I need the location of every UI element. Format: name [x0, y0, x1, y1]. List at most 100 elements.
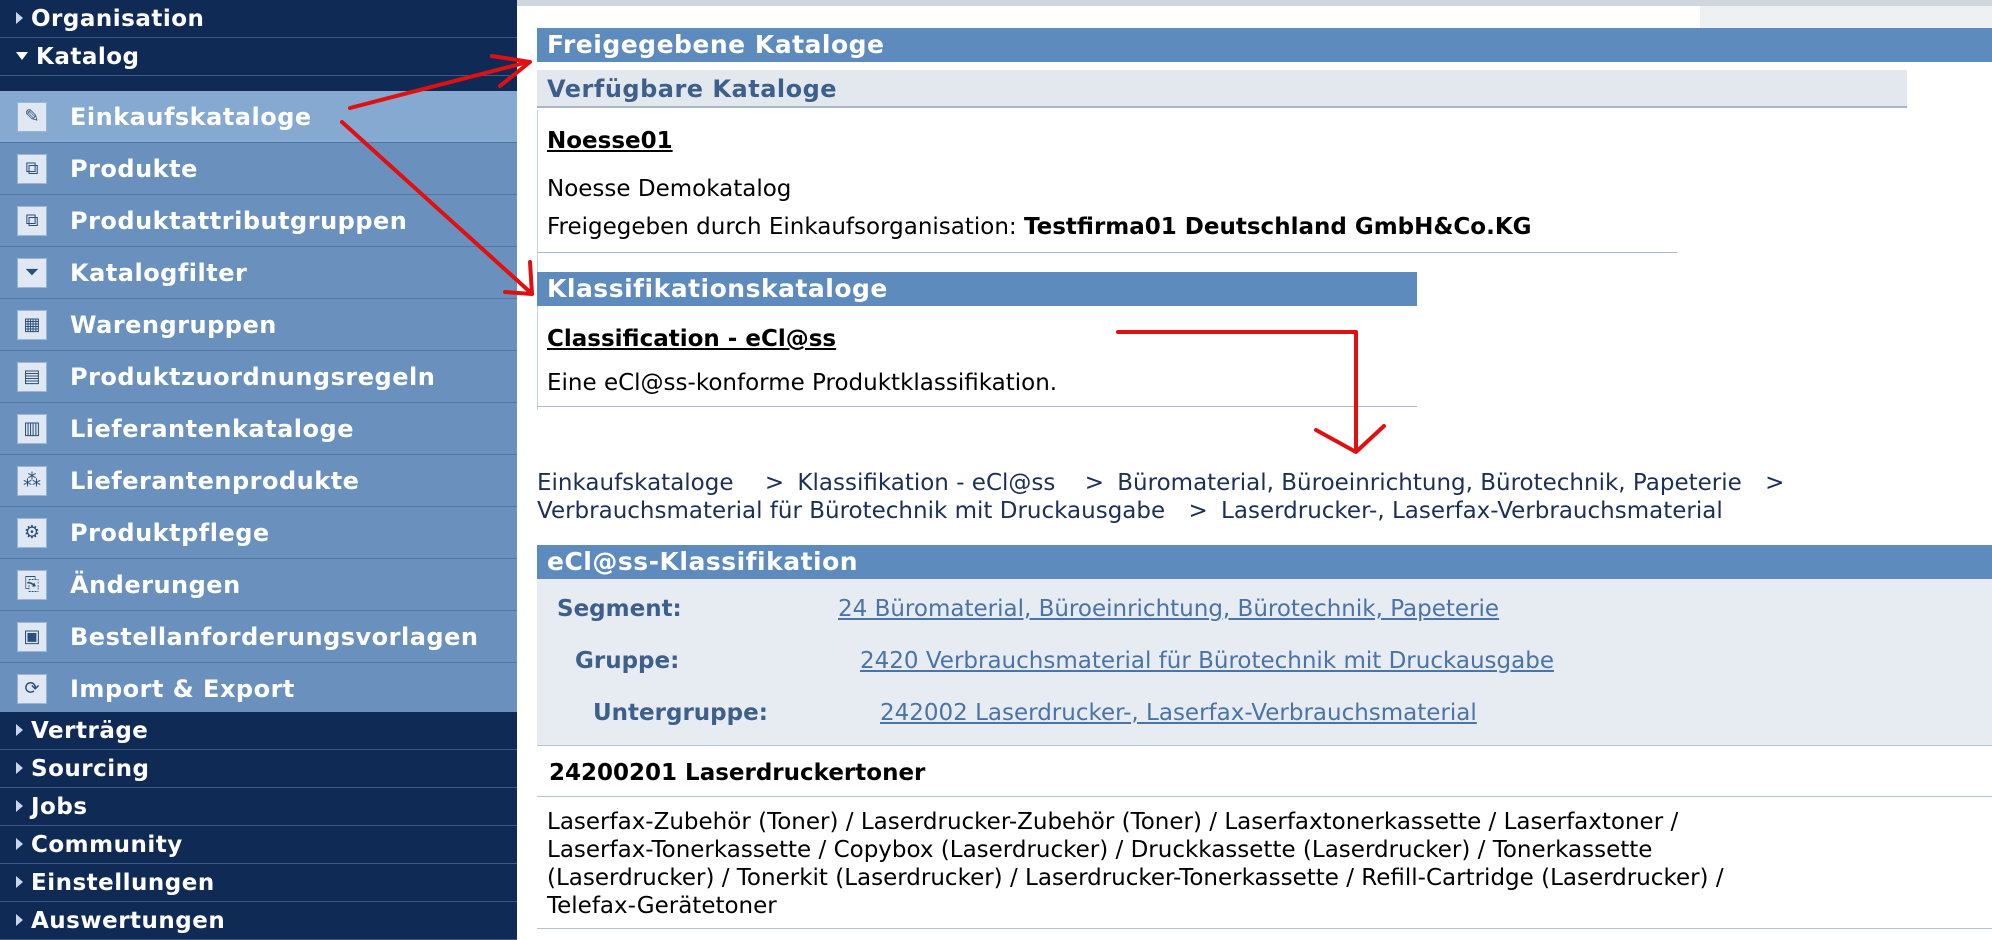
- catalog-icon: ▥: [17, 414, 47, 444]
- breadcrumb-separator: >: [1188, 498, 1208, 524]
- sidebar-item-label: Änderungen: [70, 571, 241, 599]
- subgroup-label: Untergruppe:: [593, 700, 768, 726]
- sidebar-item-label: Katalogfilter: [70, 259, 248, 287]
- sidebar-item-label: Import & Export: [70, 675, 295, 703]
- grid-icon: ▦: [17, 310, 47, 340]
- sidebar-item-lieferantenkataloge[interactable]: ▥ Lieferantenkataloge: [0, 403, 517, 455]
- chevron-right-icon: [16, 875, 23, 888]
- nav-section-label: Verträge: [31, 718, 149, 744]
- breadcrumb-link[interactable]: Einkaufskataloge: [537, 470, 734, 496]
- released-by-label: Freigegeben durch Einkaufsorganisation:: [547, 214, 1024, 240]
- pencil-icon: ✎: [17, 102, 47, 132]
- catalog-description: Noesse Demokatalog: [547, 176, 792, 202]
- classification-name-link[interactable]: Classification - eCl@ss: [547, 326, 836, 352]
- class-keywords-line: Laserfax-Tonerkassette / Copybox (Laserd…: [547, 837, 1653, 863]
- divider: [537, 745, 1992, 746]
- nav-section-label: Auswertungen: [31, 908, 226, 934]
- sidebar-item-label: Produktattributgruppen: [70, 207, 408, 235]
- breadcrumb-link[interactable]: Büromaterial, Büroeinrichtung, Bürotechn…: [1117, 470, 1741, 496]
- changes-icon: ⎘: [17, 570, 47, 600]
- filter-icon: ⏷: [17, 258, 47, 288]
- class-keywords-line: Telefax-Gerätetoner: [547, 893, 777, 919]
- nav-section-katalog[interactable]: Katalog: [0, 38, 517, 76]
- chevron-right-icon: [16, 761, 23, 774]
- chevron-right-icon: [16, 913, 23, 926]
- group-label: Gruppe:: [575, 648, 680, 674]
- class-entry-title: 24200201 Laserdruckertoner: [549, 760, 926, 786]
- sidebar-item-produkte[interactable]: ⧉ Produkte: [0, 143, 517, 195]
- divider: [537, 406, 1417, 407]
- sidebar-item-label: Einkaufskataloge: [70, 103, 312, 131]
- sidebar-item-produktpflege[interactable]: ⚙ Produktpflege: [0, 507, 517, 559]
- sidebar-item-warengruppen[interactable]: ▦ Warengruppen: [0, 299, 517, 351]
- chevron-right-icon: [16, 837, 23, 850]
- sidebar-item-aenderungen[interactable]: ⎘ Änderungen: [0, 559, 517, 611]
- segment-link[interactable]: 24 Büromaterial, Büroeinrichtung, Bürote…: [838, 596, 1499, 622]
- sidebar-item-label: Produktpflege: [70, 519, 270, 547]
- segment-label: Segment:: [557, 596, 682, 622]
- class-keywords-line: (Laserdrucker) / Tonerkit (Laserdrucker)…: [547, 865, 1724, 891]
- annotation-arrow-to-breadcrumb: [1116, 330, 1358, 450]
- sidebar-item-katalogfilter[interactable]: ⏷ Katalogfilter: [0, 247, 517, 299]
- breadcrumb-link[interactable]: Verbrauchsmaterial für Bürotechnik mit D…: [537, 498, 1165, 524]
- sidebar-item-einkaufskataloge[interactable]: ✎ Einkaufskataloge: [0, 91, 517, 143]
- subgroup-link[interactable]: 242002 Laserdrucker-, Laserfax-Verbrauch…: [880, 700, 1477, 726]
- available-catalogs-header: Verfügbare Kataloge: [537, 70, 1907, 108]
- sidebar-item-bestellanforderungsvorlagen[interactable]: ▣ Bestellanforderungsvorlagen: [0, 611, 517, 663]
- chevron-right-icon: [16, 723, 23, 736]
- class-keywords-line: Laserfax-Zubehör (Toner) / Laserdrucker-…: [547, 809, 1679, 835]
- rules-icon: ▤: [17, 362, 47, 392]
- sidebar-item-label: Bestellanforderungsvorlagen: [70, 623, 479, 651]
- breadcrumb-separator: >: [1084, 470, 1104, 496]
- cubes-icon: ⧉: [17, 154, 47, 184]
- classification-catalogs-header: Klassifikationskataloge: [537, 272, 1417, 306]
- cubes-icon: ⧉: [17, 206, 47, 236]
- eclass-header: eCl@ss-Klassifikation: [537, 545, 1992, 579]
- sidebar-item-label: Lieferantenkataloge: [70, 415, 354, 443]
- top-strip: [1700, 6, 1992, 30]
- chevron-right-icon: [16, 11, 23, 24]
- template-icon: ▣: [17, 622, 47, 652]
- sidebar-navigation: Organisation Katalog ✎ Einkaufskataloge …: [0, 0, 517, 940]
- nav-section-label: Katalog: [36, 44, 140, 70]
- nav-section-label: Jobs: [31, 794, 88, 820]
- nav-section-label: Community: [31, 832, 183, 858]
- nav-section-jobs[interactable]: Jobs: [0, 788, 517, 826]
- released-by-org: Testfirma01 Deutschland GmbH&Co.KG: [1024, 214, 1532, 240]
- nav-section-auswertungen[interactable]: Auswertungen: [0, 902, 517, 940]
- sync-icon: ⟳: [17, 674, 47, 704]
- sidebar-item-produktzuordnungsregeln[interactable]: ▤ Produktzuordnungsregeln: [0, 351, 517, 403]
- divider: [537, 252, 1677, 253]
- chevron-down-icon: [16, 51, 28, 60]
- nav-section-sourcing[interactable]: Sourcing: [0, 750, 517, 788]
- catalog-released-by: Freigegeben durch Einkaufsorganisation: …: [547, 214, 1532, 240]
- nav-section-vertraege[interactable]: Verträge: [0, 712, 517, 750]
- nav-section-label: Sourcing: [31, 756, 150, 782]
- sidebar-item-label: Warengruppen: [70, 311, 277, 339]
- breadcrumb-separator: >: [1765, 470, 1785, 496]
- sidebar-item-lieferantenprodukte[interactable]: ⁂ Lieferantenprodukte: [0, 455, 517, 507]
- released-catalogs-header: Freigegebene Kataloge: [537, 28, 1992, 62]
- sidebar-item-label: Produktzuordnungsregeln: [70, 363, 436, 391]
- group-link[interactable]: 2420 Verbrauchsmaterial für Bürotechnik …: [860, 648, 1554, 674]
- breadcrumb-link[interactable]: Laserdrucker-, Laserfax-Verbrauchsmateri…: [1221, 498, 1723, 524]
- annotation-arrowhead: [1314, 424, 1386, 454]
- breadcrumb-link[interactable]: Klassifikation - eCl@ss: [797, 470, 1055, 496]
- catalog-name-link[interactable]: Noesse01: [547, 128, 673, 154]
- breadcrumb-separator: >: [764, 470, 785, 496]
- breadcrumb-line-2: Verbrauchsmaterial für Bürotechnik mit D…: [537, 498, 1723, 524]
- classification-description: Eine eCl@ss-konforme Produktklassifikati…: [547, 370, 1058, 396]
- sidebar-item-label: Lieferantenprodukte: [70, 467, 360, 495]
- nav-section-organisation[interactable]: Organisation: [0, 0, 517, 38]
- nav-section-community[interactable]: Community: [0, 826, 517, 864]
- breadcrumb: Einkaufskataloge > Klassifikation - eCl@…: [537, 470, 1784, 496]
- divider: [537, 796, 1992, 797]
- nav-section-label: Einstellungen: [31, 870, 215, 896]
- boxes-icon: ⁂: [17, 466, 47, 496]
- sidebar-item-produktattributgruppen[interactable]: ⧉ Produktattributgruppen: [0, 195, 517, 247]
- divider: [537, 928, 1992, 929]
- chevron-right-icon: [16, 799, 23, 812]
- nav-section-label: Organisation: [31, 6, 205, 32]
- sidebar-item-import-export[interactable]: ⟳ Import & Export: [0, 663, 517, 715]
- nav-section-einstellungen[interactable]: Einstellungen: [0, 864, 517, 902]
